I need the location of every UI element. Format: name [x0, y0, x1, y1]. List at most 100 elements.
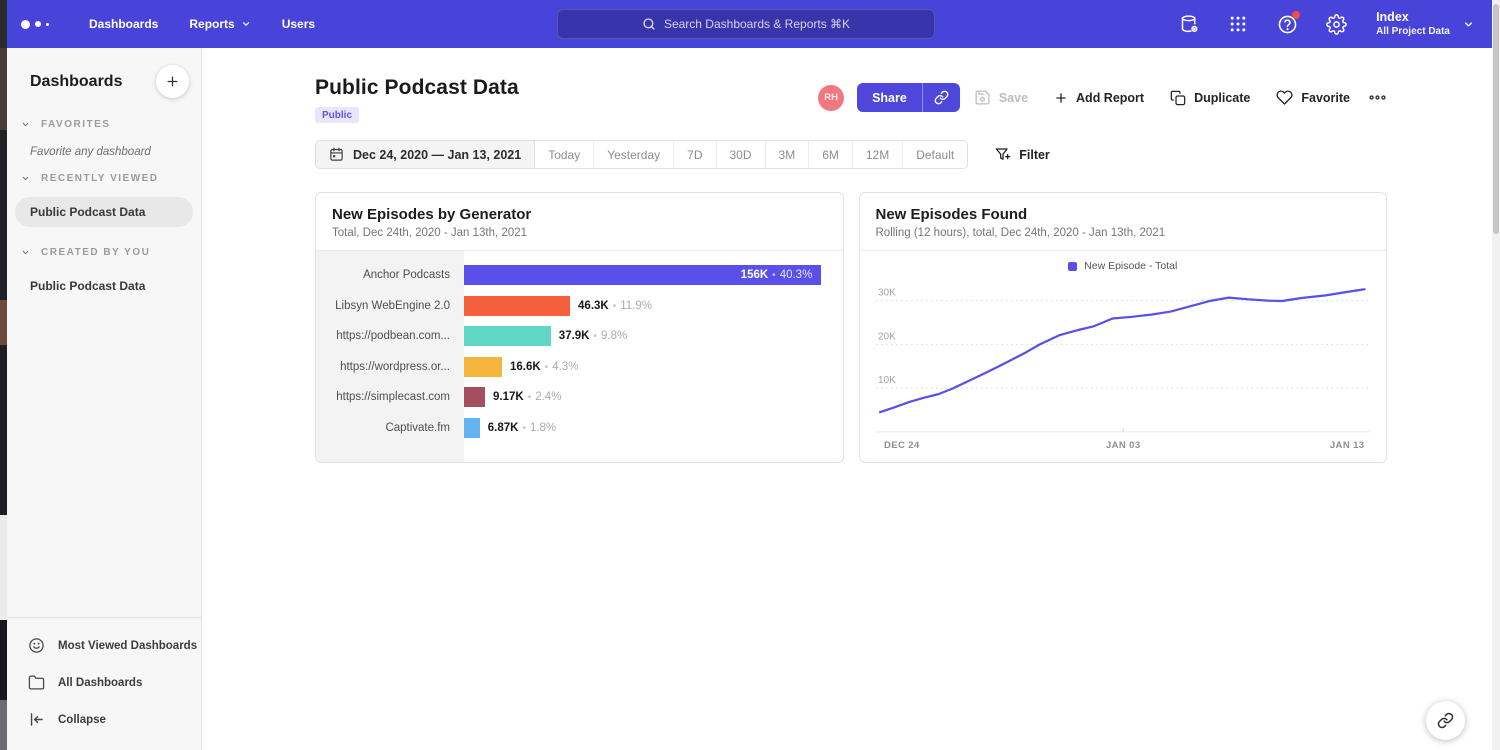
save-icon	[974, 89, 991, 106]
y-axis-tick-label: 10K	[878, 375, 896, 386]
chevron-down-icon	[21, 174, 30, 183]
ellipsis-icon	[1368, 88, 1387, 107]
search-icon	[642, 17, 656, 31]
link-icon	[934, 90, 949, 105]
scrollbar[interactable]	[1492, 0, 1500, 750]
card-new-episodes-found: New Episodes Found Rolling (12 hours), t…	[859, 192, 1388, 463]
bar-row: Libsyn WebEngine 2.046.3K•11.9%	[316, 291, 843, 322]
bar-chart[interactable]: Anchor Podcasts156K•40.3%Libsyn WebEngin…	[316, 251, 843, 462]
plus-icon	[1054, 91, 1068, 105]
search-placeholder: Search Dashboards & Reports ⌘K	[664, 17, 850, 31]
y-axis-tick-label: 30K	[878, 288, 896, 299]
calendar-icon	[329, 147, 344, 162]
date-range-control: Dec 24, 2020 — Jan 13, 2021 TodayYesterd…	[315, 140, 968, 169]
x-axis-tick-label: JAN 03	[1105, 440, 1140, 451]
more-options-button[interactable]	[1368, 88, 1387, 107]
bar-category-label: https://simplecast.com	[316, 391, 464, 403]
add-report-button[interactable]: Add Report	[1054, 91, 1144, 105]
apps-grid-icon	[1228, 14, 1248, 34]
app-logo[interactable]	[21, 20, 49, 29]
link-icon	[1437, 712, 1454, 729]
date-preset-12m[interactable]: 12M	[853, 141, 903, 168]
bar[interactable]	[464, 418, 480, 438]
bar-row: https://podbean.com...37.9K•9.8%	[316, 321, 843, 352]
bar[interactable]: 156K•40.3%	[464, 265, 821, 285]
project-selector[interactable]: Index All Project Data	[1376, 10, 1474, 38]
avatar[interactable]: RH	[818, 85, 844, 111]
bar-row: https://wordpress.or...16.6K•4.3%	[316, 352, 843, 383]
search-input[interactable]: Search Dashboards & Reports ⌘K	[557, 9, 935, 39]
chart-legend[interactable]: New Episode - Total	[876, 257, 1371, 279]
database-icon	[1179, 14, 1200, 35]
date-range-button[interactable]: Dec 24, 2020 — Jan 13, 2021	[316, 141, 535, 168]
bar[interactable]	[464, 357, 502, 377]
bar-row: Anchor Podcasts156K•40.3%	[316, 260, 843, 291]
bar-track: 46.3K•11.9%	[464, 296, 843, 316]
nav-item-reports[interactable]: Reports	[189, 17, 250, 31]
most-viewed-dashboards-link[interactable]: Most Viewed Dashboards	[7, 627, 201, 664]
bar-value-label: 37.9K•9.8%	[559, 330, 627, 342]
gear-icon	[1326, 14, 1347, 35]
chevron-down-icon	[21, 120, 30, 129]
chevron-down-icon	[1463, 19, 1474, 30]
all-dashboards-link[interactable]: All Dashboards	[7, 664, 201, 701]
settings-button[interactable]	[1325, 13, 1347, 35]
bar-category-label: Libsyn WebEngine 2.0	[316, 300, 464, 312]
date-preset-6m[interactable]: 6M	[809, 141, 853, 168]
nav-item-users[interactable]: Users	[282, 17, 315, 31]
bar[interactable]	[464, 326, 551, 346]
sidebar-item-public-podcast-data[interactable]: Public Podcast Data	[15, 197, 193, 227]
apps-grid-button[interactable]	[1227, 13, 1249, 35]
x-axis-tick-label: JAN 13	[1329, 440, 1364, 451]
duplicate-button[interactable]: Duplicate	[1170, 90, 1250, 106]
save-button[interactable]: Save	[974, 89, 1028, 106]
date-preset-3m[interactable]: 3M	[766, 141, 810, 168]
background-window-sliver	[0, 0, 7, 750]
visibility-badge: Public	[315, 107, 359, 123]
date-preset-yesterday[interactable]: Yesterday	[594, 141, 674, 168]
bar-row: https://simplecast.com9.17K•2.4%	[316, 382, 843, 413]
share-button[interactable]: Share	[857, 83, 923, 112]
card-title: New Episodes by Generator	[332, 206, 827, 223]
page-title: Public Podcast Data	[315, 76, 519, 100]
line-series[interactable]	[880, 289, 1364, 412]
sidebar-section-created[interactable]: CREATED BY YOU	[7, 236, 201, 262]
help-button[interactable]	[1276, 13, 1298, 35]
copy-link-floating-button[interactable]	[1426, 701, 1465, 740]
sidebar-section-favorites[interactable]: FAVORITES	[7, 108, 201, 134]
y-axis-tick-label: 20K	[878, 331, 896, 342]
bar[interactable]	[464, 387, 485, 407]
plus-icon	[165, 74, 180, 89]
collapse-sidebar-button[interactable]: Collapse	[7, 701, 201, 738]
add-dashboard-button[interactable]	[156, 65, 189, 98]
filter-button[interactable]: Filter	[995, 147, 1050, 163]
bar-track: 37.9K•9.8%	[464, 326, 843, 346]
date-preset-default[interactable]: Default	[903, 141, 967, 168]
line-chart[interactable]: 10K20K30KDEC 24JAN 03JAN 13	[876, 279, 1371, 458]
date-preset-30d[interactable]: 30D	[717, 141, 766, 168]
chevron-down-icon	[241, 19, 251, 29]
scrollbar-thumb[interactable]	[1493, 4, 1499, 234]
bar-category-label: Captivate.fm	[316, 422, 464, 434]
favorite-button[interactable]: Favorite	[1276, 89, 1350, 106]
bar-row: Captivate.fm6.87K•1.8%	[316, 413, 843, 444]
chevron-down-icon	[21, 248, 30, 257]
bar-category-label: https://wordpress.or...	[316, 361, 464, 373]
date-presets: TodayYesterday7D30D3M6M12MDefault	[535, 141, 967, 168]
collapse-icon	[28, 711, 45, 728]
share-link-button[interactable]	[923, 83, 960, 112]
sidebar: Dashboards FAVORITES Favorite any dashbo…	[7, 48, 202, 750]
nav-item-dashboards[interactable]: Dashboards	[89, 17, 158, 31]
card-title: New Episodes Found	[876, 206, 1371, 223]
date-preset-7d[interactable]: 7D	[674, 141, 716, 168]
sidebar-item-public-podcast-data-created[interactable]: Public Podcast Data	[7, 271, 193, 301]
card-subtitle: Total, Dec 24th, 2020 - Jan 13th, 2021	[332, 227, 827, 239]
bar-chart-rows: Anchor Podcasts156K•40.3%Libsyn WebEngin…	[316, 260, 843, 443]
date-preset-today[interactable]: Today	[535, 141, 594, 168]
data-sources-button[interactable]	[1178, 13, 1200, 35]
legend-swatch	[1068, 262, 1077, 271]
sidebar-section-recent[interactable]: RECENTLY VIEWED	[7, 162, 201, 188]
filter-icon	[995, 147, 1011, 163]
legend-label: New Episode - Total	[1084, 260, 1177, 272]
bar[interactable]	[464, 296, 570, 316]
